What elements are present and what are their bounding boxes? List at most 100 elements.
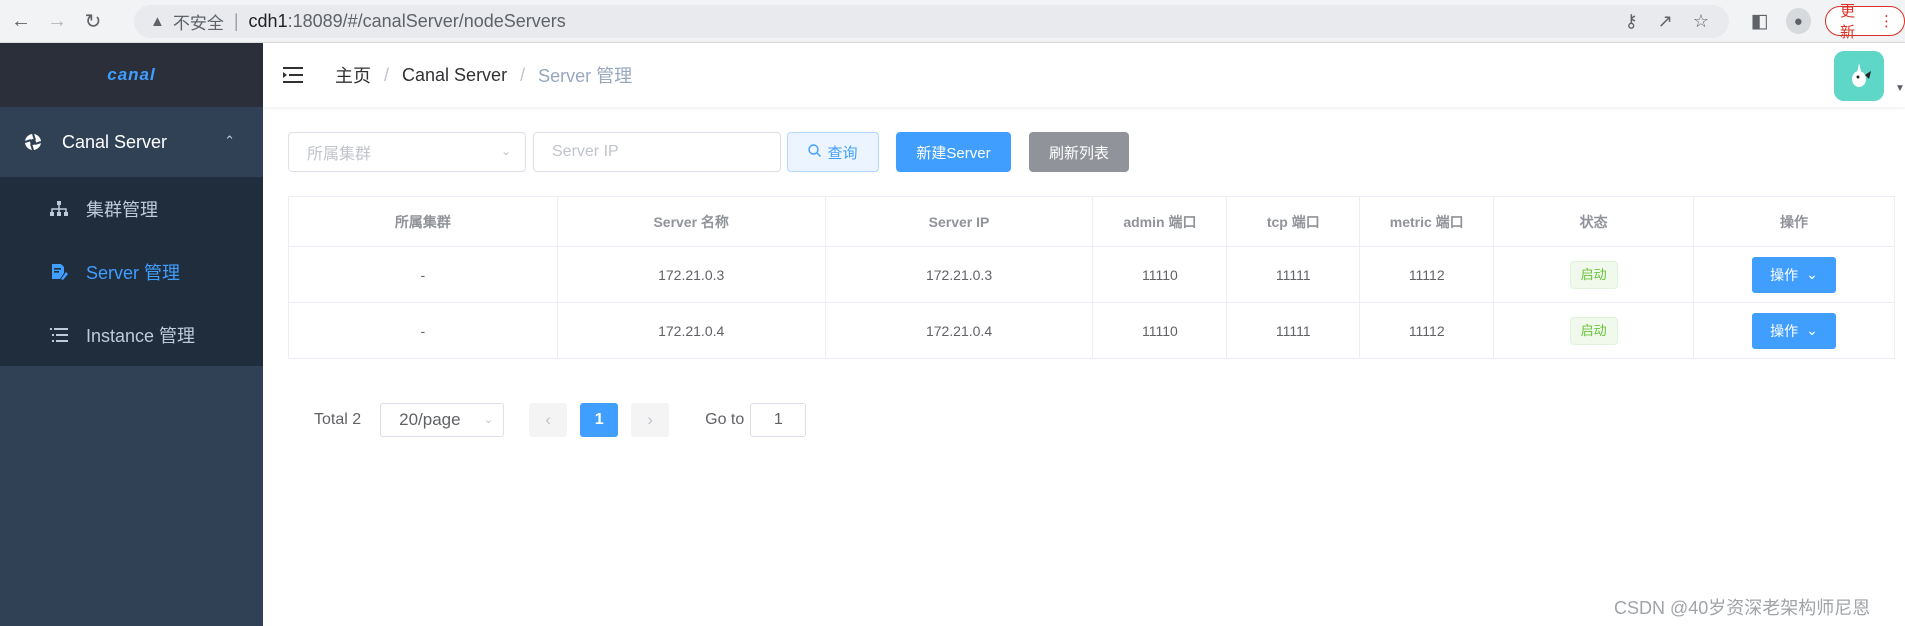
column-header: Server 名称 xyxy=(556,196,826,247)
back-icon[interactable]: ← xyxy=(6,6,36,36)
key-icon[interactable]: ⚷ xyxy=(1625,11,1638,32)
action-dropdown-button[interactable]: 操作 ⌄ xyxy=(1752,256,1836,293)
address-bar[interactable]: ▲ 不安全 | cdh1 :18089/#/canalServer/nodeSe… xyxy=(134,5,1729,38)
sidebar: canal Canal Server ⌃ 集群管理 Server 管理 Inst… xyxy=(0,43,263,626)
hamburger-icon[interactable] xyxy=(283,64,305,86)
profile-icon[interactable]: ● xyxy=(1785,8,1812,34)
column-header: Server IP xyxy=(824,196,1094,247)
cell-action: 操作 ⌄ xyxy=(1693,246,1895,303)
refresh-list-label: 刷新列表 xyxy=(1048,144,1109,162)
cell-action: 操作 ⌄ xyxy=(1693,302,1895,359)
breadcrumb: 主页 / Canal Server / Server 管理 xyxy=(335,62,632,88)
cell-cluster: - xyxy=(288,246,558,303)
avatar[interactable] xyxy=(1834,51,1884,101)
cell-admin-port: 11110 xyxy=(1092,302,1228,359)
page-number-button[interactable]: 1 xyxy=(580,403,619,437)
prev-page-button[interactable]: ‹ xyxy=(529,403,568,437)
update-label: 更新 xyxy=(1840,3,1856,41)
cell-server-name: 172.21.0.4 xyxy=(556,302,826,359)
new-server-button[interactable]: 新建Server xyxy=(896,132,1011,172)
pagination-total: Total 2 xyxy=(314,411,362,428)
query-button[interactable]: 查询 xyxy=(787,132,879,172)
share-icon[interactable]: ↗ xyxy=(1658,11,1673,32)
edit-doc-icon xyxy=(48,263,70,281)
sidebar-item-label: 集群管理 xyxy=(86,199,158,220)
caret-down-icon[interactable]: ▼ xyxy=(1895,83,1905,94)
submenu: 集群管理 Server 管理 Instance 管理 xyxy=(0,177,263,366)
table-row: - 172.21.0.4 172.21.0.4 11110 11111 1111… xyxy=(288,302,1895,359)
column-header: 操作 xyxy=(1693,196,1895,247)
breadcrumb-canal-server[interactable]: Canal Server xyxy=(402,65,507,86)
sidebar-item-instance[interactable]: Instance 管理 xyxy=(0,303,263,366)
url-path: :18089/#/canalServer/nodeServers xyxy=(287,11,566,31)
refresh-list-button[interactable]: 刷新列表 xyxy=(1029,132,1129,172)
column-header: metric 端口 xyxy=(1359,196,1495,247)
cell-server-ip: 172.21.0.3 xyxy=(824,246,1094,303)
sidebar-item-label: Instance 管理 xyxy=(86,325,196,346)
more-vert-icon: ⋮ xyxy=(1879,13,1894,30)
goto-page-input[interactable]: 1 xyxy=(750,403,807,437)
cell-server-name: 172.21.0.3 xyxy=(556,246,826,303)
breadcrumb-separator: / xyxy=(384,64,390,85)
server-table: 所属集群 Server 名称 Server IP admin 端口 tcp 端口… xyxy=(288,196,1895,359)
sidebar-menu-canal-server[interactable]: Canal Server ⌃ xyxy=(0,107,263,177)
server-ip-placeholder: Server IP xyxy=(552,143,619,160)
breadcrumb-separator: / xyxy=(520,64,526,85)
logo: canal xyxy=(107,65,156,84)
column-header: 所属集群 xyxy=(288,196,558,247)
chevron-down-icon: ⌄ xyxy=(500,144,511,158)
server-ip-input[interactable]: Server IP xyxy=(533,132,781,172)
page-size-select[interactable]: 20/page ⌄ xyxy=(380,403,505,437)
cell-server-ip: 172.21.0.4 xyxy=(824,302,1094,359)
sitemap-icon xyxy=(48,200,70,217)
column-header: 状态 xyxy=(1493,196,1695,247)
table-header-row: 所属集群 Server 名称 Server IP admin 端口 tcp 端口… xyxy=(288,196,1895,247)
page-size-value: 20/page xyxy=(399,410,461,429)
logo-bar[interactable]: canal xyxy=(0,43,263,107)
browser-toolbar: ← → ↻ ▲ 不安全 | cdh1 :18089/#/canalServer/… xyxy=(0,0,1905,43)
chevron-right-icon: › xyxy=(647,410,653,429)
cell-status: 启动 xyxy=(1493,302,1695,359)
sidebar-item-cluster[interactable]: 集群管理 xyxy=(0,177,263,240)
reload-icon[interactable]: ↻ xyxy=(78,6,108,36)
sidebar-menu-label: Canal Server xyxy=(62,131,168,152)
sidebar-item-label: Server 管理 xyxy=(86,262,181,283)
action-label: 操作 xyxy=(1770,322,1799,339)
cell-admin-port: 11110 xyxy=(1092,246,1228,303)
chevron-down-icon: ⌄ xyxy=(483,414,494,426)
watermark: CSDN @40岁资深老架构师尼恩 xyxy=(1614,598,1871,618)
cell-tcp-port: 11111 xyxy=(1226,302,1361,359)
insecure-label: 不安全 xyxy=(172,14,224,33)
cluster-select[interactable]: 所属集群 ⌄ xyxy=(288,132,526,172)
action-dropdown-button[interactable]: 操作 ⌄ xyxy=(1752,312,1836,349)
chevron-up-icon: ⌃ xyxy=(224,133,235,148)
column-header: admin 端口 xyxy=(1092,196,1228,247)
star-icon[interactable]: ☆ xyxy=(1693,11,1709,32)
url-host: cdh1 xyxy=(248,11,288,31)
chevron-left-icon: ‹ xyxy=(545,410,551,429)
list-icon xyxy=(48,327,70,343)
warning-icon: ▲ xyxy=(150,13,165,30)
cell-cluster: - xyxy=(288,302,558,359)
breadcrumb-home[interactable]: 主页 xyxy=(335,62,371,88)
cell-metric-port: 11112 xyxy=(1359,302,1495,359)
update-button[interactable]: 更新 ⋮ xyxy=(1825,3,1905,41)
next-page-button[interactable]: › xyxy=(631,403,670,437)
table-row: - 172.21.0.3 172.21.0.3 11110 11111 1111… xyxy=(288,246,1895,303)
filter-bar: 所属集群 ⌄ Server IP 查询 新建Server 刷新列表 xyxy=(288,132,1129,172)
goto-label: Go to xyxy=(705,411,745,428)
cell-status: 启动 xyxy=(1493,246,1695,303)
sidebar-item-server[interactable]: Server 管理 xyxy=(0,240,263,303)
action-label: 操作 xyxy=(1770,266,1799,283)
sidepanel-icon[interactable]: ◧ xyxy=(1748,10,1772,33)
forward-icon[interactable]: → xyxy=(42,6,72,36)
cell-tcp-port: 11111 xyxy=(1226,246,1361,303)
main-header: 主页 / Canal Server / Server 管理 ▼ xyxy=(263,43,1905,107)
column-header: tcp 端口 xyxy=(1226,196,1361,247)
cluster-select-placeholder: 所属集群 xyxy=(307,146,372,163)
chevron-down-icon: ⌄ xyxy=(1806,266,1818,282)
query-label: 查询 xyxy=(827,144,858,162)
cell-metric-port: 11112 xyxy=(1359,246,1495,303)
search-icon xyxy=(808,143,822,161)
url-separator: | xyxy=(233,11,239,31)
